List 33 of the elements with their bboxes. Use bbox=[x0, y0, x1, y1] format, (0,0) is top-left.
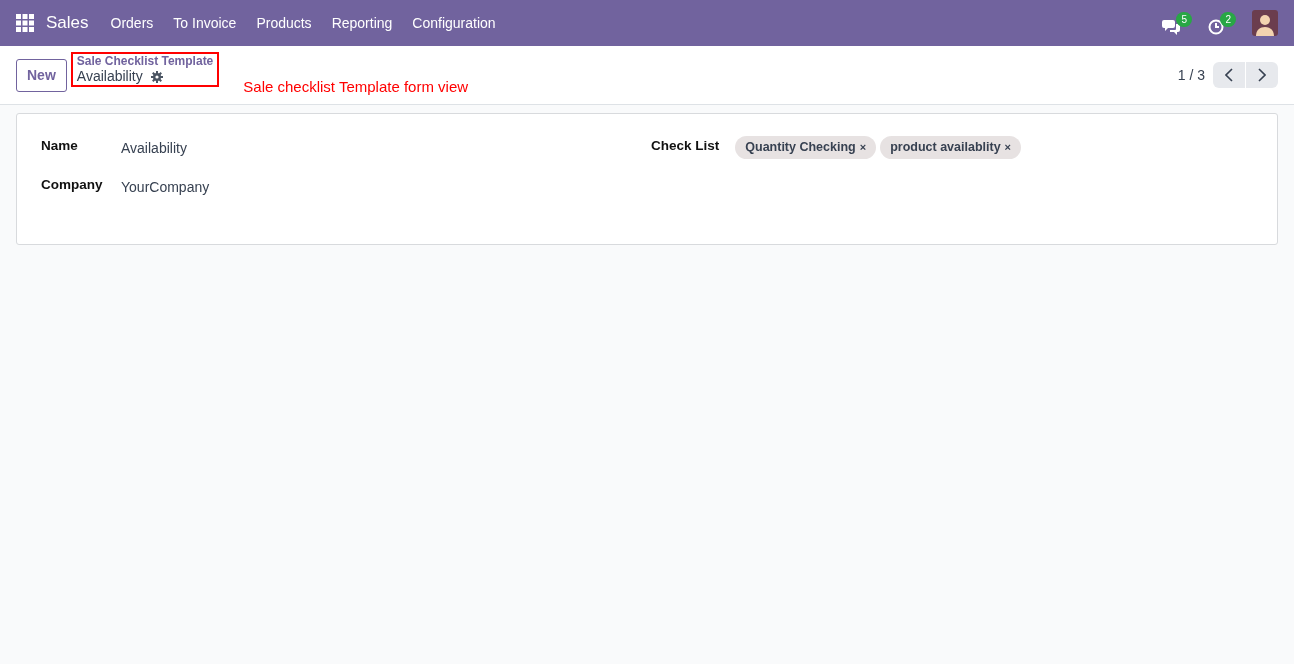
annotation-caption: Sale checklist Template form view bbox=[243, 76, 469, 97]
count-badge: 5 bbox=[1176, 11, 1192, 27]
next-button[interactable] bbox=[1246, 62, 1278, 88]
messages-button[interactable]: 5 bbox=[1162, 11, 1192, 35]
record-title: Availability bbox=[76, 68, 143, 86]
count-badge: 2 bbox=[1220, 11, 1236, 27]
breadcrumb-link[interactable]: Sale Checklist Template bbox=[76, 54, 214, 69]
pager-value: 1 / 3 bbox=[1177, 65, 1205, 85]
chevron-left-icon bbox=[1225, 68, 1233, 82]
field-label: Check List bbox=[651, 137, 720, 155]
menu-item[interactable]: Configuration bbox=[402, 12, 506, 34]
menu-item[interactable]: Products bbox=[246, 12, 322, 34]
chevron-right-icon bbox=[1258, 68, 1266, 82]
menu-item[interactable]: Reporting bbox=[321, 12, 403, 34]
clock-icon bbox=[1208, 18, 1224, 35]
previous-button[interactable] bbox=[1213, 62, 1245, 88]
remove-tag-button[interactable]: × bbox=[1004, 139, 1012, 156]
app-title[interactable]: Sales bbox=[38, 10, 101, 36]
field-value[interactable]: Availability bbox=[121, 138, 187, 159]
menu-item[interactable]: Orders bbox=[100, 12, 164, 34]
menu-item[interactable]: To Invoice bbox=[163, 12, 247, 34]
field-value[interactable]: YourCompany bbox=[121, 177, 210, 198]
tag-label: Quantity Checking bbox=[745, 139, 856, 156]
chat-icon bbox=[1162, 18, 1180, 35]
field-label: Company bbox=[41, 176, 104, 194]
remove-tag-button[interactable]: × bbox=[859, 139, 867, 156]
new-button[interactable]: New bbox=[16, 58, 67, 92]
apps-menu-icon[interactable] bbox=[16, 14, 34, 32]
tag-label: product availablity bbox=[890, 139, 1001, 156]
gear-icon[interactable] bbox=[150, 70, 163, 83]
field-label: Name bbox=[41, 137, 79, 155]
activities-button[interactable]: 2 bbox=[1208, 11, 1236, 35]
user-avatar[interactable] bbox=[1252, 10, 1278, 36]
